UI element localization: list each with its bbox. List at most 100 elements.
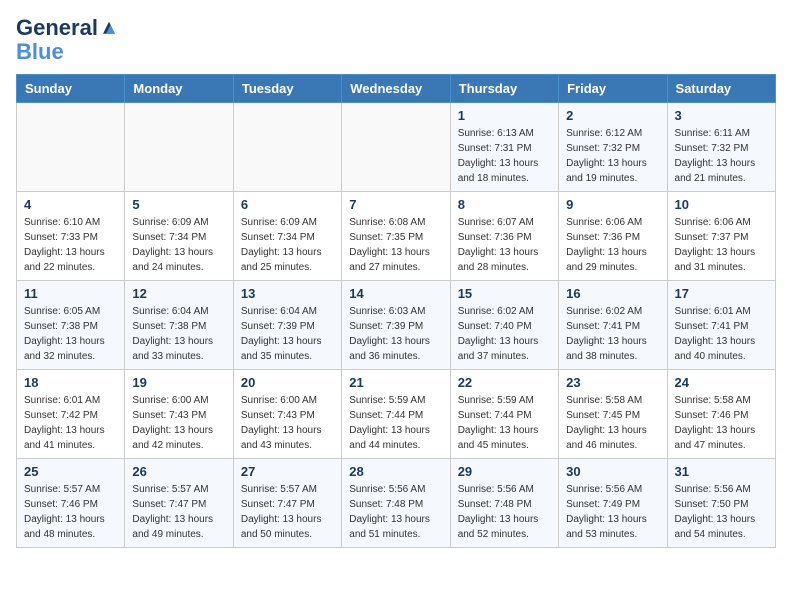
weekday-header: Sunday bbox=[17, 75, 125, 103]
calendar-cell bbox=[125, 103, 233, 192]
calendar-week-row: 18 Sunrise: 6:01 AM Sunset: 7:42 PM Dayli… bbox=[17, 370, 776, 459]
day-number: 12 bbox=[132, 286, 225, 301]
calendar-cell: 18 Sunrise: 6:01 AM Sunset: 7:42 PM Dayli… bbox=[17, 370, 125, 459]
calendar-cell: 7 Sunrise: 6:08 AM Sunset: 7:35 PM Daylig… bbox=[342, 192, 450, 281]
day-detail: Sunrise: 5:57 AM Sunset: 7:46 PM Dayligh… bbox=[24, 482, 117, 542]
calendar-cell: 22 Sunrise: 5:59 AM Sunset: 7:44 PM Dayli… bbox=[450, 370, 558, 459]
day-number: 28 bbox=[349, 464, 442, 479]
day-number: 9 bbox=[566, 197, 659, 212]
logo-text-blue: Blue bbox=[16, 39, 64, 64]
day-number: 29 bbox=[458, 464, 551, 479]
calendar-cell: 1 Sunrise: 6:13 AM Sunset: 7:31 PM Daylig… bbox=[450, 103, 558, 192]
logo-icon bbox=[100, 18, 118, 36]
calendar-cell: 13 Sunrise: 6:04 AM Sunset: 7:39 PM Dayli… bbox=[233, 281, 341, 370]
day-number: 18 bbox=[24, 375, 117, 390]
day-detail: Sunrise: 6:08 AM Sunset: 7:35 PM Dayligh… bbox=[349, 215, 442, 275]
day-detail: Sunrise: 6:02 AM Sunset: 7:41 PM Dayligh… bbox=[566, 304, 659, 364]
day-detail: Sunrise: 6:07 AM Sunset: 7:36 PM Dayligh… bbox=[458, 215, 551, 275]
weekday-header: Wednesday bbox=[342, 75, 450, 103]
day-number: 7 bbox=[349, 197, 442, 212]
logo: General Blue bbox=[16, 16, 118, 64]
day-detail: Sunrise: 6:09 AM Sunset: 7:34 PM Dayligh… bbox=[241, 215, 334, 275]
calendar-cell: 3 Sunrise: 6:11 AM Sunset: 7:32 PM Daylig… bbox=[667, 103, 775, 192]
calendar-cell: 17 Sunrise: 6:01 AM Sunset: 7:41 PM Dayli… bbox=[667, 281, 775, 370]
day-number: 10 bbox=[675, 197, 768, 212]
day-detail: Sunrise: 5:59 AM Sunset: 7:44 PM Dayligh… bbox=[458, 393, 551, 453]
calendar-cell bbox=[342, 103, 450, 192]
day-detail: Sunrise: 5:57 AM Sunset: 7:47 PM Dayligh… bbox=[132, 482, 225, 542]
day-number: 26 bbox=[132, 464, 225, 479]
day-detail: Sunrise: 5:56 AM Sunset: 7:49 PM Dayligh… bbox=[566, 482, 659, 542]
calendar-cell: 30 Sunrise: 5:56 AM Sunset: 7:49 PM Dayli… bbox=[559, 459, 667, 548]
calendar-cell: 24Sunrise: 5:58 AM Sunset: 7:46 PM Dayli… bbox=[667, 370, 775, 459]
day-number: 4 bbox=[24, 197, 117, 212]
day-detail: Sunrise: 6:06 AM Sunset: 7:37 PM Dayligh… bbox=[675, 215, 768, 275]
calendar-cell: 11 Sunrise: 6:05 AM Sunset: 7:38 PM Dayli… bbox=[17, 281, 125, 370]
day-number: 1 bbox=[458, 108, 551, 123]
day-number: 25 bbox=[24, 464, 117, 479]
day-number: 3 bbox=[675, 108, 768, 123]
day-detail: Sunrise: 6:05 AM Sunset: 7:38 PM Dayligh… bbox=[24, 304, 117, 364]
day-detail: Sunrise: 6:12 AM Sunset: 7:32 PM Dayligh… bbox=[566, 126, 659, 186]
day-detail: Sunrise: 5:56 AM Sunset: 7:48 PM Dayligh… bbox=[458, 482, 551, 542]
calendar-cell: 29 Sunrise: 5:56 AM Sunset: 7:48 PM Dayli… bbox=[450, 459, 558, 548]
day-detail: Sunrise: 6:00 AM Sunset: 7:43 PM Dayligh… bbox=[241, 393, 334, 453]
day-detail: Sunrise: 5:56 AM Sunset: 7:48 PM Dayligh… bbox=[349, 482, 442, 542]
weekday-header: Tuesday bbox=[233, 75, 341, 103]
day-number: 17 bbox=[675, 286, 768, 301]
day-detail: Sunrise: 6:06 AM Sunset: 7:36 PM Dayligh… bbox=[566, 215, 659, 275]
day-number: 14 bbox=[349, 286, 442, 301]
calendar-table: SundayMondayTuesdayWednesdayThursdayFrid… bbox=[16, 74, 776, 548]
page-header: General Blue bbox=[16, 16, 776, 64]
day-detail: Sunrise: 6:04 AM Sunset: 7:38 PM Dayligh… bbox=[132, 304, 225, 364]
weekday-header: Friday bbox=[559, 75, 667, 103]
day-number: 16 bbox=[566, 286, 659, 301]
day-detail: Sunrise: 5:58 AM Sunset: 7:45 PM Dayligh… bbox=[566, 393, 659, 453]
day-detail: Sunrise: 6:04 AM Sunset: 7:39 PM Dayligh… bbox=[241, 304, 334, 364]
day-number: 11 bbox=[24, 286, 117, 301]
calendar-cell: 27Sunrise: 5:57 AM Sunset: 7:47 PM Dayli… bbox=[233, 459, 341, 548]
weekday-header: Saturday bbox=[667, 75, 775, 103]
day-detail: Sunrise: 6:09 AM Sunset: 7:34 PM Dayligh… bbox=[132, 215, 225, 275]
day-number: 19 bbox=[132, 375, 225, 390]
calendar-cell: 2 Sunrise: 6:12 AM Sunset: 7:32 PM Daylig… bbox=[559, 103, 667, 192]
day-number: 30 bbox=[566, 464, 659, 479]
calendar-cell bbox=[17, 103, 125, 192]
calendar-week-row: 1 Sunrise: 6:13 AM Sunset: 7:31 PM Daylig… bbox=[17, 103, 776, 192]
calendar-cell: 10 Sunrise: 6:06 AM Sunset: 7:37 PM Dayli… bbox=[667, 192, 775, 281]
day-detail: Sunrise: 6:13 AM Sunset: 7:31 PM Dayligh… bbox=[458, 126, 551, 186]
calendar-cell: 16 Sunrise: 6:02 AM Sunset: 7:41 PM Dayli… bbox=[559, 281, 667, 370]
day-number: 13 bbox=[241, 286, 334, 301]
weekday-header-row: SundayMondayTuesdayWednesdayThursdayFrid… bbox=[17, 75, 776, 103]
day-number: 31 bbox=[675, 464, 768, 479]
calendar-week-row: 11 Sunrise: 6:05 AM Sunset: 7:38 PM Dayli… bbox=[17, 281, 776, 370]
day-detail: Sunrise: 6:01 AM Sunset: 7:41 PM Dayligh… bbox=[675, 304, 768, 364]
day-detail: Sunrise: 5:57 AM Sunset: 7:47 PM Dayligh… bbox=[241, 482, 334, 542]
day-number: 6 bbox=[241, 197, 334, 212]
day-number: 23 bbox=[566, 375, 659, 390]
day-number: 2 bbox=[566, 108, 659, 123]
weekday-header: Monday bbox=[125, 75, 233, 103]
weekday-header: Thursday bbox=[450, 75, 558, 103]
day-number: 15 bbox=[458, 286, 551, 301]
calendar-cell: 4 Sunrise: 6:10 AM Sunset: 7:33 PM Daylig… bbox=[17, 192, 125, 281]
calendar-cell: 19 Sunrise: 6:00 AM Sunset: 7:43 PM Dayli… bbox=[125, 370, 233, 459]
calendar-cell: 26 Sunrise: 5:57 AM Sunset: 7:47 PM Dayli… bbox=[125, 459, 233, 548]
calendar-cell: 23 Sunrise: 5:58 AM Sunset: 7:45 PM Dayli… bbox=[559, 370, 667, 459]
calendar-cell: 8Sunrise: 6:07 AM Sunset: 7:36 PM Daylig… bbox=[450, 192, 558, 281]
logo-text-general: General bbox=[16, 16, 98, 40]
day-detail: Sunrise: 6:10 AM Sunset: 7:33 PM Dayligh… bbox=[24, 215, 117, 275]
calendar-cell: 25 Sunrise: 5:57 AM Sunset: 7:46 PM Dayli… bbox=[17, 459, 125, 548]
calendar-week-row: 25 Sunrise: 5:57 AM Sunset: 7:46 PM Dayli… bbox=[17, 459, 776, 548]
day-detail: Sunrise: 6:01 AM Sunset: 7:42 PM Dayligh… bbox=[24, 393, 117, 453]
day-detail: Sunrise: 6:00 AM Sunset: 7:43 PM Dayligh… bbox=[132, 393, 225, 453]
calendar-cell: 15Sunrise: 6:02 AM Sunset: 7:40 PM Dayli… bbox=[450, 281, 558, 370]
calendar-cell: 31Sunrise: 5:56 AM Sunset: 7:50 PM Dayli… bbox=[667, 459, 775, 548]
calendar-week-row: 4 Sunrise: 6:10 AM Sunset: 7:33 PM Daylig… bbox=[17, 192, 776, 281]
day-detail: Sunrise: 6:11 AM Sunset: 7:32 PM Dayligh… bbox=[675, 126, 768, 186]
calendar-cell: 12 Sunrise: 6:04 AM Sunset: 7:38 PM Dayli… bbox=[125, 281, 233, 370]
day-number: 20 bbox=[241, 375, 334, 390]
day-number: 22 bbox=[458, 375, 551, 390]
calendar-cell: 20 Sunrise: 6:00 AM Sunset: 7:43 PM Dayli… bbox=[233, 370, 341, 459]
calendar-cell bbox=[233, 103, 341, 192]
